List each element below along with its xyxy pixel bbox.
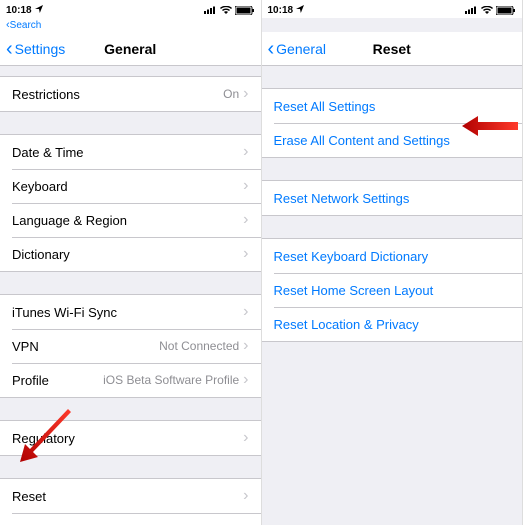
battery-icon bbox=[235, 6, 255, 15]
cell-reset[interactable]: Reset › bbox=[0, 479, 261, 513]
cell-shutdown[interactable]: Shut Down bbox=[0, 513, 261, 525]
chevron-right-icon: › bbox=[243, 146, 248, 158]
chevron-right-icon: › bbox=[243, 180, 248, 192]
cell-dictionary[interactable]: Dictionary › bbox=[0, 237, 261, 271]
cell-reset-location-privacy[interactable]: Reset Location & Privacy bbox=[262, 307, 523, 341]
wifi-icon bbox=[220, 6, 232, 14]
back-to-search[interactable]: Search bbox=[0, 18, 261, 32]
chevron-right-icon: › bbox=[243, 490, 248, 502]
status-time: 10:18 bbox=[268, 5, 294, 16]
cell-reset-network[interactable]: Reset Network Settings bbox=[262, 181, 523, 215]
cell-erase-all-content[interactable]: Erase All Content and Settings bbox=[262, 123, 523, 157]
chevron-right-icon: › bbox=[243, 214, 248, 226]
chevron-right-icon: › bbox=[243, 306, 248, 318]
cell-reset-all-settings[interactable]: Reset All Settings bbox=[262, 89, 523, 123]
cell-itunes-wifi[interactable]: iTunes Wi-Fi Sync › bbox=[0, 295, 261, 329]
cell-keyboard[interactable]: Keyboard › bbox=[0, 169, 261, 203]
wifi-icon bbox=[481, 6, 493, 14]
screen-general: 10:18 Search ‹ Settings General bbox=[0, 0, 262, 525]
chevron-left-icon: ‹ bbox=[268, 42, 275, 56]
screen-reset: 10:18 ‹ General Reset Rese bbox=[262, 0, 523, 525]
chevron-right-icon: › bbox=[243, 432, 248, 444]
location-icon bbox=[296, 5, 304, 16]
signal-icon bbox=[465, 6, 478, 14]
cell-profile[interactable]: Profile iOS Beta Software Profile › bbox=[0, 363, 261, 397]
cell-vpn[interactable]: VPN Not Connected › bbox=[0, 329, 261, 363]
status-bar: 10:18 bbox=[262, 0, 523, 18]
chevron-right-icon: › bbox=[243, 374, 248, 386]
nav-bar: ‹ General Reset bbox=[262, 32, 523, 66]
status-bar: 10:18 bbox=[0, 0, 261, 18]
cell-restrictions[interactable]: Restrictions On › bbox=[0, 77, 261, 111]
chevron-left-icon: ‹ bbox=[6, 42, 13, 56]
cell-regulatory[interactable]: Regulatory › bbox=[0, 421, 261, 455]
chevron-right-icon: › bbox=[243, 248, 248, 260]
location-icon bbox=[35, 5, 43, 16]
status-time: 10:18 bbox=[6, 5, 32, 16]
battery-icon bbox=[496, 6, 516, 15]
signal-icon bbox=[204, 6, 217, 14]
nav-back-settings[interactable]: ‹ Settings bbox=[6, 41, 65, 57]
chevron-right-icon: › bbox=[243, 340, 248, 352]
cell-reset-home-layout[interactable]: Reset Home Screen Layout bbox=[262, 273, 523, 307]
nav-back-general[interactable]: ‹ General bbox=[268, 41, 326, 57]
cell-language-region[interactable]: Language & Region › bbox=[0, 203, 261, 237]
nav-bar: ‹ Settings General bbox=[0, 32, 261, 66]
chevron-right-icon: › bbox=[243, 88, 248, 100]
cell-date-time[interactable]: Date & Time › bbox=[0, 135, 261, 169]
cell-reset-keyboard-dict[interactable]: Reset Keyboard Dictionary bbox=[262, 239, 523, 273]
